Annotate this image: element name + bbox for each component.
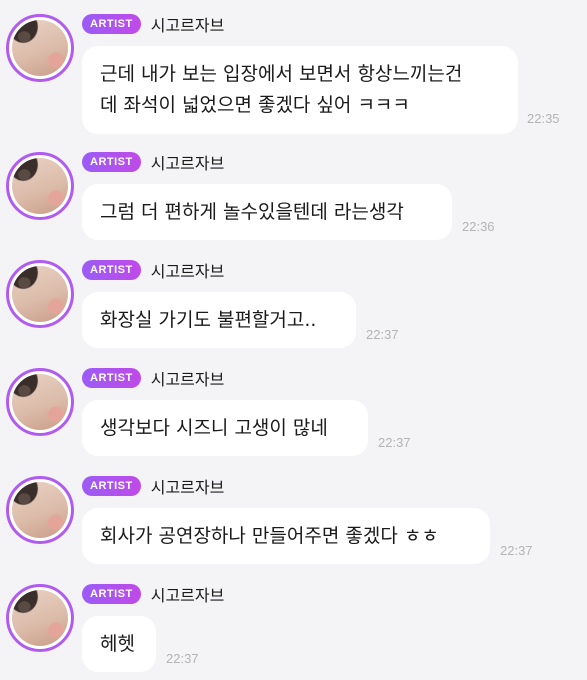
- artist-avatar[interactable]: [6, 260, 74, 328]
- author-name: 시고르자브: [150, 154, 225, 173]
- message-bubble[interactable]: 생각보다 시즈니 고생이 많네: [82, 400, 368, 456]
- artist-badge: ARTIST: [82, 14, 141, 34]
- artist-avatar[interactable]: [6, 14, 74, 82]
- author-name: 시고르자브: [150, 370, 225, 389]
- message-time: 22:37: [166, 651, 199, 666]
- artist-avatar[interactable]: [6, 476, 74, 544]
- artist-badge: ARTIST: [82, 260, 141, 280]
- artist-avatar[interactable]: [6, 152, 74, 220]
- message-time: 22:37: [378, 435, 411, 450]
- message-bubble[interactable]: 회사가 공연장하나 만들어주면 좋겠다 ㅎㅎ: [82, 508, 490, 564]
- message-bubble[interactable]: 화장실 가기도 불편할거고..: [82, 292, 356, 348]
- message-bubble[interactable]: 헤헷: [82, 616, 156, 672]
- author-name: 시고르자브: [150, 478, 225, 497]
- artist-badge: ARTIST: [82, 368, 141, 388]
- artist-avatar[interactable]: [6, 368, 74, 436]
- artist-badge: ARTIST: [82, 584, 141, 604]
- author-name: 시고르자브: [150, 586, 225, 605]
- message-time: 22:37: [366, 327, 399, 342]
- message-time: 22:37: [500, 543, 533, 558]
- author-name: 시고르자브: [150, 16, 225, 35]
- message-time: 22:35: [527, 111, 560, 126]
- message-bubble[interactable]: 근데 내가 보는 입장에서 보면서 항상느끼는건 데 좌석이 넓었으면 좋겠다 …: [82, 46, 518, 134]
- artist-badge: ARTIST: [82, 152, 141, 172]
- message-bubble[interactable]: 그럼 더 편하게 놀수있을텐데 라는생각: [82, 184, 452, 240]
- author-name: 시고르자브: [150, 262, 225, 281]
- artist-avatar[interactable]: [6, 584, 74, 652]
- artist-badge: ARTIST: [82, 476, 141, 496]
- message-time: 22:36: [462, 219, 495, 234]
